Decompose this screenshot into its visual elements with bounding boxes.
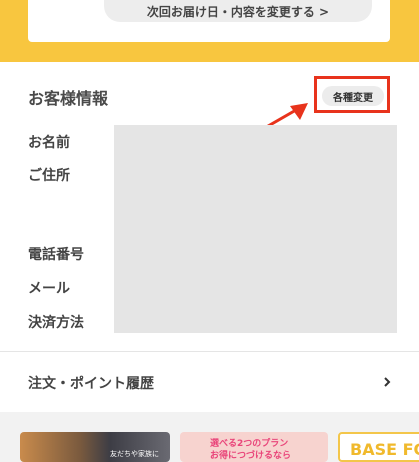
annotation-highlight-box [314,76,390,113]
banner-plan-line1: 選べる2つのプラン [210,439,289,449]
banner-plan[interactable]: 選べる2つのプラン お得につづけるなら [180,432,328,462]
customer-info-title: お客様情報 [28,89,109,108]
banner-basefood[interactable]: BASE FOOD [338,432,419,462]
banner-referral-text: 友だちや家族に [110,450,159,458]
field-label-name: お名前 [28,135,70,151]
banner-basefood-text: BASE FOOD [350,440,419,459]
banner-referral[interactable]: 友だちや家族に [20,432,170,462]
order-point-history-label: 注文・ポイント履歴 [28,376,154,392]
banner-plan-line2: お得につづけるなら [210,451,292,461]
field-label-email: メール [28,281,70,297]
redacted-info-area [114,125,397,333]
delivery-card: 次回お届け日・内容を変更する > [28,0,390,42]
field-label-address: ご住所 [28,168,70,184]
change-delivery-button[interactable]: 次回お届け日・内容を変更する > [104,0,372,22]
field-label-phone: 電話番号 [28,247,84,263]
chevron-right-icon [384,377,391,387]
field-label-payment: 決済方法 [28,315,84,331]
banner-plan-text: 選べる2つのプラン お得につづけるなら [210,438,291,462]
order-point-history-row[interactable]: 注文・ポイント履歴 [0,352,419,412]
